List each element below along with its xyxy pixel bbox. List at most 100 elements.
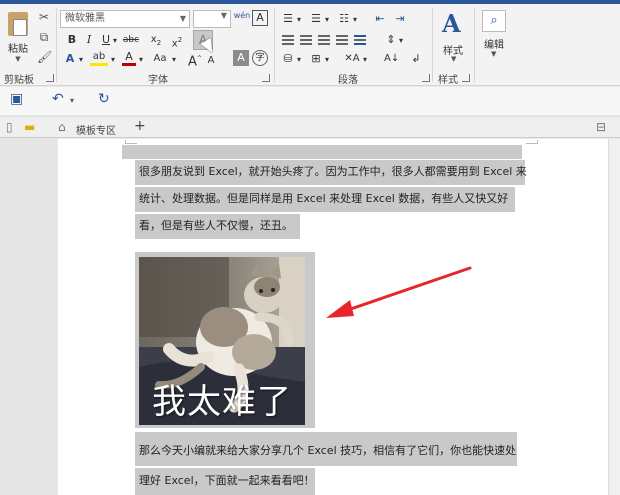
paragraph-line[interactable]: 很多朋友说到 Excel，就开始头疼了。因为工作中，很多人都需要用到 Excel… bbox=[139, 162, 527, 182]
font-name-value: 微软雅黑 bbox=[65, 13, 105, 24]
distributed-icon[interactable] bbox=[354, 35, 366, 45]
margin-corner-right bbox=[526, 140, 538, 144]
enclose-characters-icon[interactable]: 字 bbox=[252, 50, 268, 66]
chevron-down-icon[interactable]: ▾ bbox=[137, 51, 145, 69]
increase-indent-icon[interactable]: ⇥ bbox=[392, 10, 408, 28]
sort-icon[interactable]: A↓ bbox=[384, 50, 399, 68]
show-marks-icon[interactable]: ↲ bbox=[410, 50, 422, 68]
cat-meme-image[interactable]: 我太难了 bbox=[139, 257, 305, 425]
document-tabs-bar: ▯ ▬ ⌂ 模板专区 + ⊟ bbox=[0, 116, 620, 138]
subscript-button[interactable]: x2 bbox=[147, 31, 165, 49]
chevron-down-icon[interactable]: ▾ bbox=[170, 51, 178, 69]
divider bbox=[432, 8, 433, 82]
chevron-down-icon[interactable]: ▾ bbox=[295, 51, 303, 69]
paragraph-line[interactable]: 统计、处理数据。但是同样是用 Excel 来处理 Excel 数据，有些人又快又… bbox=[139, 189, 508, 209]
strike-label: abc bbox=[122, 35, 140, 45]
new-document-icon[interactable]: ▯ bbox=[6, 120, 13, 134]
bullets-icon[interactable]: ☰ bbox=[280, 10, 296, 28]
change-case-button[interactable]: Aa bbox=[150, 50, 170, 68]
shading-icon[interactable]: ⛁ bbox=[280, 50, 296, 68]
red-arrow-annotation bbox=[326, 266, 472, 318]
align-left-icon[interactable] bbox=[282, 35, 294, 45]
character-shading-icon[interactable]: A bbox=[233, 50, 249, 66]
italic-button[interactable]: I bbox=[83, 31, 95, 49]
divider bbox=[474, 8, 475, 82]
shrink-font-icon[interactable]: A bbox=[205, 52, 217, 70]
font-launcher-icon[interactable] bbox=[262, 74, 270, 82]
text-effects-icon[interactable]: A bbox=[62, 50, 78, 68]
save-icon[interactable]: ▣ bbox=[10, 91, 23, 107]
vertical-scrollbar[interactable] bbox=[608, 139, 620, 495]
undo-icon[interactable]: ↶ bbox=[52, 91, 64, 107]
chevron-down-icon[interactable]: ▾ bbox=[351, 11, 359, 29]
line-spacing-icon[interactable]: ⇕ bbox=[384, 31, 398, 49]
chevron-down-icon[interactable]: ▾ bbox=[111, 32, 119, 50]
decrease-indent-icon[interactable]: ⇤ bbox=[372, 10, 388, 28]
chevron-down-icon[interactable]: ▾ bbox=[397, 32, 405, 50]
paragraph-line[interactable]: 理好 Excel，下面就一起来看看吧！ bbox=[139, 471, 315, 491]
copy-icon[interactable]: ⧉ bbox=[37, 30, 51, 44]
paste-label: 粘贴 bbox=[8, 44, 28, 55]
add-tab-button[interactable]: + bbox=[134, 118, 146, 134]
quick-access-toolbar: ▣ ↶ ▾ ↻ bbox=[0, 87, 620, 115]
paste-button[interactable]: 粘贴 ▼ bbox=[4, 10, 32, 64]
clipboard-group-label: 剪贴板 bbox=[4, 75, 34, 86]
change-case-label: Aa bbox=[153, 53, 167, 64]
font-color-icon[interactable]: A bbox=[122, 50, 136, 66]
chevron-down-icon[interactable]: ▾ bbox=[77, 51, 85, 69]
borders-icon[interactable]: ⊞ bbox=[308, 50, 324, 68]
folder-icon[interactable]: ▬ bbox=[24, 120, 35, 134]
chevron-down-icon: ▼ bbox=[179, 14, 186, 23]
chinese-layout-icon[interactable]: ✕A bbox=[344, 50, 360, 68]
paragraph-line[interactable]: 看，但是有些人不仅慢，还丑。 bbox=[139, 216, 293, 236]
phonetic-guide-button[interactable]: wén bbox=[233, 7, 251, 25]
margin-corner-left bbox=[125, 140, 137, 144]
font-name-select[interactable]: 微软雅黑 ▼ bbox=[60, 10, 190, 28]
find-icon[interactable]: ⌕ bbox=[482, 10, 506, 32]
styles-button[interactable]: A bbox=[442, 10, 468, 40]
font-group-label: 字体 bbox=[148, 75, 168, 86]
chevron-down-icon: ▼ bbox=[220, 11, 227, 20]
divider bbox=[56, 8, 57, 82]
divider bbox=[274, 8, 275, 82]
chevron-down-icon[interactable]: ▾ bbox=[70, 96, 74, 105]
strikethrough-button[interactable]: abc bbox=[120, 31, 142, 49]
paragraph-line[interactable]: 那么今天小编就来给大家分享几个 Excel 技巧，相信有了它们，你也能快速处 bbox=[139, 441, 516, 461]
home-icon[interactable]: ⌂ bbox=[58, 120, 66, 134]
ribbon: 粘贴 ▼ ✂ ⧉ 🖌 剪贴板 微软雅黑 ▼ ▼ wén A B I U ▾ ab… bbox=[0, 4, 620, 86]
window-layout-icon[interactable]: ⊟ bbox=[596, 120, 606, 134]
chevron-down-icon: ▼ bbox=[15, 55, 21, 63]
chevron-down-icon[interactable]: ▾ bbox=[361, 51, 369, 69]
align-center-icon[interactable] bbox=[300, 35, 312, 45]
cut-icon[interactable]: ✂ bbox=[37, 10, 51, 24]
chevron-down-icon[interactable]: ▾ bbox=[323, 51, 331, 69]
clipboard-launcher-icon[interactable] bbox=[46, 74, 54, 82]
chevron-down-icon[interactable]: ▾ bbox=[109, 51, 117, 69]
editing-button[interactable]: 编辑 bbox=[484, 36, 504, 51]
chevron-down-icon[interactable]: ▾ bbox=[323, 11, 331, 29]
chevron-down-icon[interactable]: ▾ bbox=[295, 11, 303, 29]
numbering-icon[interactable]: ☰ bbox=[308, 10, 324, 28]
chevron-down-icon: ▼ bbox=[491, 50, 497, 58]
image-caption: 我太难了 bbox=[152, 382, 292, 422]
tab-template-zone[interactable]: 模板专区 bbox=[76, 122, 116, 137]
clipboard-icon bbox=[8, 12, 28, 36]
styles-group-label: 样式 bbox=[438, 75, 458, 86]
chevron-down-icon: ▼ bbox=[451, 55, 457, 63]
character-border-icon[interactable]: A bbox=[252, 10, 268, 26]
paragraph-launcher-icon[interactable] bbox=[422, 74, 430, 82]
styles-launcher-icon[interactable] bbox=[462, 74, 470, 82]
grow-font-icon[interactable]: A^ bbox=[188, 50, 202, 69]
styles-icon: A bbox=[442, 9, 461, 38]
phonetic-label: wén bbox=[233, 11, 251, 20]
highlight-color-icon[interactable]: ab bbox=[90, 50, 108, 66]
font-size-select[interactable]: ▼ bbox=[193, 10, 231, 28]
align-right-icon[interactable] bbox=[318, 35, 330, 45]
paragraph-group-label: 段落 bbox=[338, 75, 358, 86]
bold-button[interactable]: B bbox=[66, 31, 78, 49]
multilevel-list-icon[interactable]: ☷ bbox=[336, 10, 352, 28]
format-painter-icon[interactable]: 🖌 bbox=[37, 50, 52, 64]
redo-icon[interactable]: ↻ bbox=[98, 91, 110, 107]
justify-icon[interactable] bbox=[336, 35, 348, 45]
superscript-button[interactable]: x2 bbox=[168, 31, 186, 49]
